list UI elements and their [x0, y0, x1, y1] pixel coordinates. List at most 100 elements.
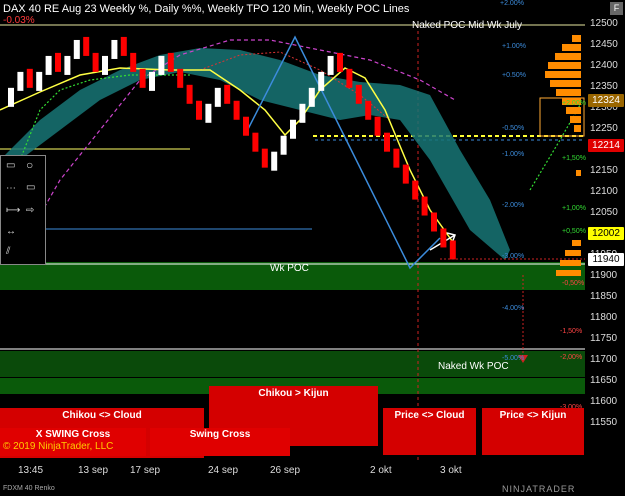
instrument-label: FDXM 40 Renko — [3, 485, 55, 492]
price-tag-12214: 12214 — [588, 139, 624, 152]
renko-up-brick — [299, 103, 306, 123]
x-tick-label: 17 sep — [130, 465, 161, 476]
rectangle-tool-icon[interactable]: ▭ — [26, 182, 35, 193]
pct-label: -4.00% — [502, 305, 525, 312]
pct-label-right: -1,50% — [560, 328, 583, 335]
x-swing-cross-label: X SWING Cross — [35, 429, 111, 440]
renko-down-brick — [139, 68, 146, 88]
y-tick-label: 11750 — [590, 333, 618, 344]
renko-down-brick — [431, 212, 437, 232]
renko-up-brick — [158, 55, 165, 75]
f-button[interactable]: F — [610, 2, 623, 15]
y-tick-label: 11900 — [590, 270, 618, 281]
x-tick-label: 24 sep — [208, 465, 239, 476]
x-tick-label: 13:45 — [18, 465, 44, 476]
chikou-cloud-label: Chikou <> Cloud — [62, 410, 142, 421]
renko-down-brick — [252, 132, 259, 152]
naked-wk-poc-label: Naked Wk POC — [438, 361, 509, 372]
naked-poc-mid-wk-july-label: Naked POC Mid Wk July — [412, 20, 523, 31]
x-tick-label: 13 sep — [78, 465, 109, 476]
renko-down-brick — [440, 228, 447, 248]
renko-up-brick — [111, 39, 118, 59]
y-tick-label: 11700 — [590, 354, 618, 365]
y-tick-label: 12050 — [590, 207, 618, 218]
y-tick-label: 12250 — [590, 123, 618, 134]
extended-line-icon[interactable]: ↔ — [6, 226, 16, 237]
renko-down-brick — [355, 84, 362, 104]
pct-label: -1.00% — [502, 151, 525, 158]
swing-cross-button[interactable]: Swing Cross — [150, 428, 290, 456]
pct-label: +1.00% — [502, 43, 526, 50]
price-tag-12324: 12324 — [588, 94, 624, 107]
price-kijun-label: Price <> Kijun — [499, 410, 567, 421]
renko-down-brick — [55, 52, 61, 72]
hatch-tool-icon[interactable]: ⫽ — [6, 246, 10, 257]
pct-label-right: +1,00% — [562, 205, 586, 212]
y-tick-label: 12150 — [590, 165, 618, 176]
pct-label: -2.00% — [502, 202, 525, 209]
x-tick-label: 3 okt — [440, 465, 462, 476]
renko-up-brick — [214, 87, 221, 107]
arrow-tool-icon[interactable]: ⇨ — [26, 205, 34, 216]
renko-up-brick — [318, 71, 325, 91]
price-kijun-button[interactable]: Price <> Kijun — [482, 408, 584, 455]
renko-down-brick — [421, 196, 428, 216]
range-tool-icon[interactable]: ⋯ — [6, 183, 16, 194]
renko-up-brick — [64, 55, 71, 75]
price-cloud-label: Price <> Cloud — [394, 410, 465, 421]
pct-label: +0.50% — [502, 72, 526, 79]
copyright: © 2019 NinjaTrader, LLC — [3, 441, 114, 452]
renko-down-brick — [196, 100, 202, 120]
ellipse-tool-icon[interactable]: ○ — [26, 158, 33, 172]
y-tick-label: 12100 — [590, 186, 618, 197]
pct-label: -5.00% — [502, 355, 525, 362]
pct-label-right: +2.00% — [562, 100, 586, 107]
x-tick-label: 26 sep — [270, 465, 301, 476]
renko-down-brick — [83, 36, 90, 56]
renko-down-brick — [346, 68, 353, 88]
renko-down-brick — [130, 52, 137, 72]
chart-title: DAX 40 RE Aug 23 Weekly %, Daily %%, Wee… — [3, 3, 410, 15]
ray-tool-icon[interactable]: ⟼ — [6, 205, 20, 216]
renko-down-brick — [120, 36, 127, 56]
renko-up-brick — [290, 119, 296, 139]
renko-down-brick — [26, 68, 33, 88]
renko-down-brick — [412, 180, 419, 200]
price-cloud-button[interactable]: Price <> Cloud — [383, 408, 476, 455]
y-tick-label: 12450 — [590, 39, 618, 50]
renko-up-brick — [280, 135, 287, 155]
chikou-kijun-label: Chikou > Kijun — [258, 388, 329, 399]
renko-down-brick — [92, 52, 99, 72]
renko-down-brick — [167, 52, 174, 72]
pct-label: -0.50% — [502, 125, 525, 132]
renko-down-brick — [449, 240, 456, 260]
renko-down-brick — [402, 164, 409, 184]
renko-down-brick — [337, 52, 343, 72]
y-tick-label: 12400 — [590, 60, 618, 71]
renko-down-brick — [261, 148, 268, 168]
y-tick-label: 11650 — [590, 375, 618, 386]
renko-down-brick — [374, 116, 381, 136]
renko-up-brick — [271, 151, 278, 171]
renko-up-brick — [36, 71, 43, 91]
pct-label-right: -0,50% — [562, 280, 585, 287]
renko-up-brick — [17, 71, 24, 91]
drawing-toolbar: ▭ ○ ⋯ ▭ ⟼ ⇨ ↔ ⫽ — [0, 155, 46, 265]
brand-logo: NINJATRADER — [502, 484, 576, 494]
y-tick-label: 11850 — [590, 291, 618, 302]
renko-down-brick — [177, 68, 184, 88]
wk-poc-label: Wk POC — [270, 263, 309, 274]
price-tag-11940: 11940 — [588, 253, 624, 266]
renko-up-brick — [308, 87, 315, 107]
y-tick-label: 11550 — [590, 417, 618, 428]
swing-cross-label: Swing Cross — [189, 429, 251, 440]
line-tool-icon[interactable]: ▭ — [6, 160, 15, 171]
pct-label-right: -2,00% — [560, 354, 583, 361]
renko-up-brick — [102, 55, 108, 75]
y-tick-label: 11800 — [590, 312, 618, 323]
renko-down-brick — [365, 100, 372, 120]
renko-down-brick — [233, 100, 240, 120]
renko-down-brick — [224, 84, 231, 104]
pct-label: +2.00% — [500, 0, 524, 7]
renko-up-brick — [73, 39, 80, 59]
